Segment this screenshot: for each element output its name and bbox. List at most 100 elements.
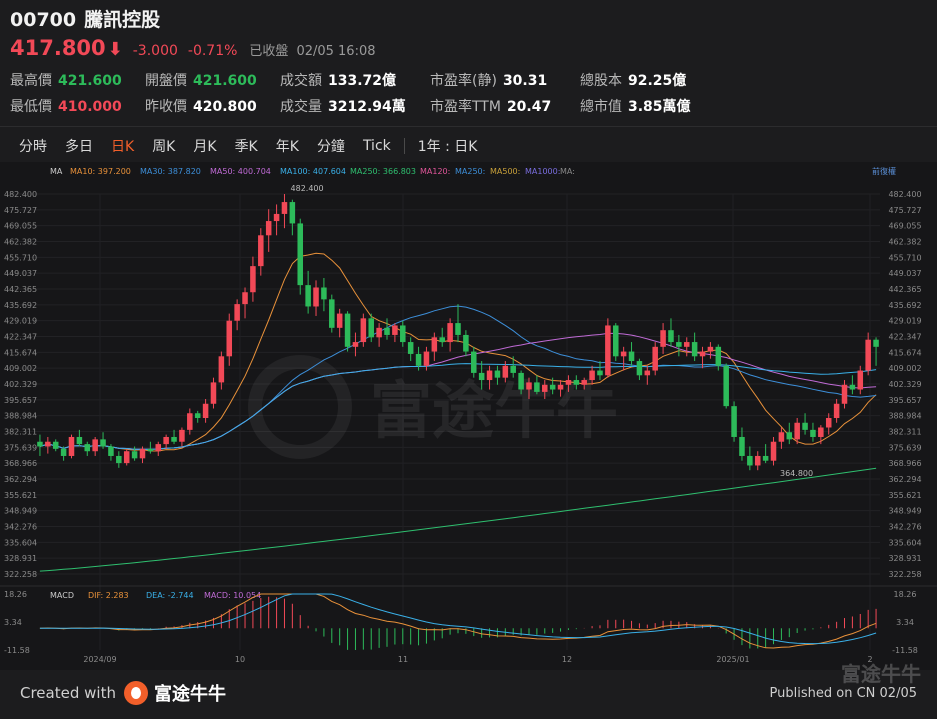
candle-body bbox=[415, 353, 422, 366]
macd-tick-label-left: 3.34 bbox=[4, 618, 22, 627]
candle-body bbox=[218, 356, 225, 383]
period-tabs: 分時 多日 日K 周K 月K 季K 年K 分鐘 Tick 1年 : 日K bbox=[10, 132, 486, 160]
tab-tick[interactable]: Tick bbox=[354, 138, 400, 154]
candle-body bbox=[289, 202, 296, 224]
price-tick-label-left: 435.692 bbox=[4, 301, 37, 310]
candle-body bbox=[407, 342, 414, 354]
ma-legend-item: MA250: bbox=[455, 167, 485, 176]
price-tick-label: 455.710 bbox=[888, 253, 921, 262]
footer: Created with 富途牛牛 富途牛牛 Published on CN 0… bbox=[0, 662, 937, 719]
quote-header: 00700 騰訊控股 417.800 ⬇ -3.000 -0.71% 已收盤 02… bbox=[10, 6, 927, 62]
candle-body bbox=[699, 351, 706, 357]
candle-body bbox=[589, 370, 595, 381]
candle-body bbox=[486, 370, 493, 381]
candle-body bbox=[825, 418, 832, 428]
candle-body bbox=[242, 292, 248, 305]
candle-body bbox=[660, 330, 666, 347]
candle-body bbox=[676, 342, 682, 347]
tab-divider bbox=[403, 138, 405, 154]
price-tick-label: 375.639 bbox=[888, 443, 921, 452]
candle-body bbox=[423, 351, 430, 366]
price-tick-label: 462.382 bbox=[888, 238, 921, 247]
candle-body bbox=[123, 451, 130, 464]
candle-body bbox=[534, 382, 540, 392]
candle-body bbox=[60, 448, 67, 456]
candle-body bbox=[37, 441, 43, 447]
candle-body bbox=[305, 285, 311, 307]
price-tick-label-left: 375.639 bbox=[4, 443, 37, 452]
candle-body bbox=[297, 223, 304, 286]
price-tick-label-left: 388.984 bbox=[4, 412, 37, 421]
candle-body bbox=[321, 287, 327, 300]
candle-body bbox=[108, 446, 114, 456]
macd-legend-item: MACD: 10.054 bbox=[204, 591, 261, 600]
price-tick-label-left: 482.400 bbox=[4, 190, 37, 199]
candle-body bbox=[818, 427, 824, 437]
price-tick-label: 342.276 bbox=[888, 523, 921, 532]
candle-body bbox=[494, 370, 501, 378]
tab-yearly-k[interactable]: 年K bbox=[267, 136, 308, 156]
candle-body bbox=[526, 382, 532, 390]
candle-body bbox=[360, 318, 367, 343]
candle-body bbox=[581, 380, 587, 385]
tab-daily-k[interactable]: 日K bbox=[102, 136, 143, 156]
divider bbox=[0, 126, 937, 127]
candle-body bbox=[502, 365, 509, 378]
candle-body bbox=[139, 448, 146, 459]
candle-body bbox=[668, 330, 674, 343]
published-date: Published on CN 02/05 bbox=[769, 686, 917, 701]
candle-body bbox=[234, 304, 240, 321]
candle-body bbox=[873, 339, 879, 347]
candle-body bbox=[313, 287, 319, 307]
range-selector[interactable]: 1年 : 日K bbox=[409, 136, 487, 156]
candle-body bbox=[810, 429, 816, 437]
brand-name: 富途牛牛 bbox=[154, 684, 226, 705]
price-tick-label: 409.002 bbox=[888, 364, 921, 373]
market-status: 已收盤 bbox=[249, 44, 289, 59]
adjust-toggle[interactable]: 前復權 bbox=[872, 166, 896, 176]
candle-body bbox=[739, 436, 745, 456]
candle-body bbox=[400, 325, 406, 343]
tab-weekly-k[interactable]: 周K bbox=[143, 136, 184, 156]
candle-body bbox=[644, 370, 651, 376]
price-tick-label: 482.400 bbox=[888, 190, 921, 199]
price-tick-label-left: 402.329 bbox=[4, 380, 37, 389]
price-tick-label-left: 395.657 bbox=[4, 396, 37, 405]
candle-body bbox=[202, 403, 209, 419]
candle-body bbox=[92, 439, 98, 452]
price-tick-label-left: 455.710 bbox=[4, 253, 37, 262]
down-arrow-icon: ⬇ bbox=[107, 39, 123, 60]
price-tick-label-left: 362.294 bbox=[4, 475, 37, 484]
date-tick-label: 12 bbox=[562, 655, 572, 664]
stat-pe-static: 市盈率(静) 30.31 bbox=[430, 73, 548, 89]
candle-body bbox=[68, 436, 75, 456]
candle-body bbox=[281, 202, 288, 214]
price-tick-label-left: 355.621 bbox=[4, 491, 37, 500]
candle-body bbox=[265, 221, 272, 236]
stat-pe-ttm: 市盈率TTM 20.47 bbox=[430, 99, 552, 115]
date-tick-label: 2024/09 bbox=[83, 655, 116, 664]
candle-body bbox=[786, 432, 793, 440]
tab-quarterly-k[interactable]: 季K bbox=[226, 136, 267, 156]
price-tick-label: 415.674 bbox=[888, 348, 921, 357]
candle-body bbox=[131, 451, 138, 459]
tab-intraday[interactable]: 分時 bbox=[10, 136, 56, 156]
price-tick-label-left: 382.311 bbox=[4, 428, 37, 437]
candle-body bbox=[731, 406, 737, 437]
candle-body bbox=[857, 370, 864, 390]
candle-body bbox=[376, 327, 382, 338]
candle-body bbox=[691, 342, 698, 357]
kline-chart[interactable]: 富途牛牛 MA MA10: 397.200 MA30: 387.820 MA50: 4… bbox=[0, 162, 937, 670]
tab-multiday[interactable]: 多日 bbox=[56, 136, 102, 156]
tab-monthly-k[interactable]: 月K bbox=[184, 136, 225, 156]
tab-minute[interactable]: 分鐘 bbox=[308, 136, 354, 156]
high-annotation: 482.400 bbox=[291, 184, 324, 193]
date-tick-label: 10 bbox=[235, 655, 245, 664]
price-tick-label: 422.347 bbox=[888, 333, 921, 342]
candle-body bbox=[715, 346, 722, 366]
kline-svg[interactable]: 富途牛牛 MA MA10: 397.200 MA30: 387.820 MA50: 4… bbox=[0, 162, 937, 670]
stat-prev-close: 昨收價 420.800 bbox=[145, 99, 257, 115]
price-tick-label: 469.055 bbox=[888, 222, 921, 231]
price-tick-label-left: 328.931 bbox=[4, 554, 37, 563]
price-tick-label: 328.931 bbox=[888, 554, 921, 563]
